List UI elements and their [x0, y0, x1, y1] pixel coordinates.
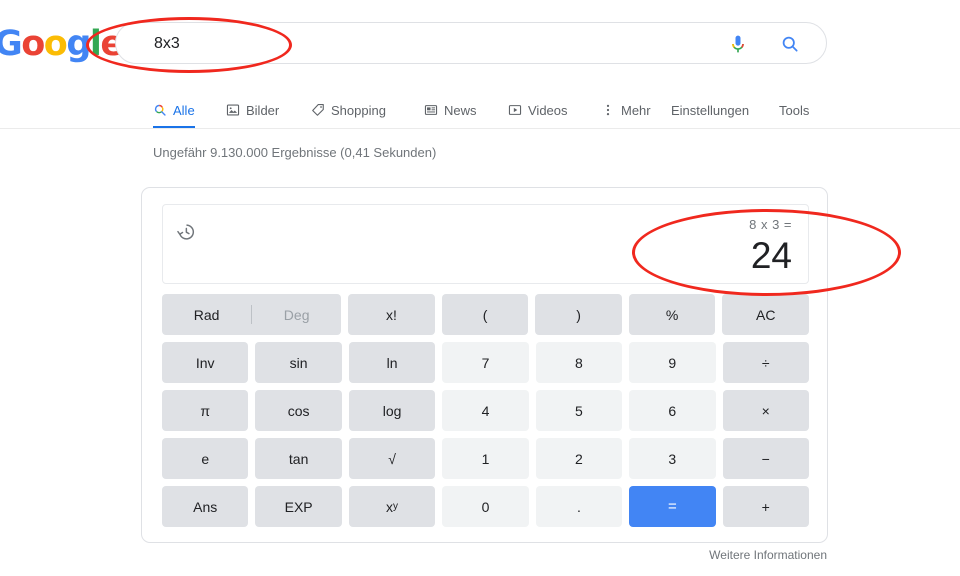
tab-alle[interactable]: Alle	[153, 92, 195, 129]
search-input[interactable]	[154, 23, 754, 65]
pi-key[interactable]: π	[162, 390, 249, 431]
cos-key[interactable]: cos	[255, 390, 342, 431]
tab-label: News	[444, 102, 477, 118]
tabs-divider	[0, 128, 960, 129]
tab-tools[interactable]: Tools	[779, 92, 809, 128]
more-information-link[interactable]: Weitere Informationen	[709, 548, 827, 562]
digit-0-key[interactable]: 0	[442, 486, 529, 527]
image-icon	[226, 103, 240, 117]
more-vertical-icon	[601, 103, 615, 117]
keypad-row: π cos log 4 5 6 ×	[162, 390, 809, 431]
logo-letter-g2: g	[66, 24, 91, 64]
search-box[interactable]	[115, 22, 827, 65]
digit-7-key[interactable]: 7	[442, 342, 529, 383]
google-logo[interactable]: Google	[0, 24, 124, 64]
inverse-key[interactable]: Inv	[162, 342, 249, 383]
euler-key[interactable]: e	[162, 438, 249, 479]
tab-label: Bilder	[246, 102, 280, 118]
ln-key[interactable]: ln	[348, 342, 436, 383]
digit-5-key[interactable]: 5	[535, 390, 623, 431]
tab-videos[interactable]: Videos	[508, 92, 568, 128]
calculator-display: 8 x 3 = 24	[162, 204, 809, 284]
tab-news[interactable]: News	[424, 92, 477, 128]
all-clear-key[interactable]: AC	[722, 294, 809, 335]
tab-bilder[interactable]: Bilder	[226, 92, 279, 128]
tab-label: Tools	[779, 102, 810, 118]
keypad-row: Ans EXP xy 0 . = +	[162, 486, 809, 527]
calculator-result: 24	[750, 235, 792, 276]
result-count-text: Ungefähr 9.130.000 Ergebnisse (0,41 Seku…	[153, 145, 437, 160]
decimal-point-key[interactable]: .	[535, 486, 623, 527]
keypad-row: Inv sin ln 7 8 9 ÷	[162, 342, 809, 383]
logo-letter-l: l	[89, 24, 102, 64]
logo-letter-o1: o	[21, 24, 45, 64]
divide-key[interactable]: ÷	[722, 342, 809, 383]
digit-8-key[interactable]: 8	[535, 342, 623, 383]
rad-label[interactable]: Rad	[162, 307, 251, 323]
tab-label: Alle	[173, 102, 195, 118]
open-paren-key[interactable]: (	[441, 294, 529, 335]
calculator-card: 8 x 3 = 24 Rad Deg x! ( ) % AC Inv sin l…	[141, 187, 828, 543]
search-submit-icon[interactable]	[780, 34, 800, 54]
tab-shopping[interactable]: Shopping	[311, 92, 386, 128]
percent-key[interactable]: %	[628, 294, 716, 335]
digit-3-key[interactable]: 3	[629, 438, 716, 479]
plus-key[interactable]: +	[722, 486, 809, 527]
history-clock-icon[interactable]	[175, 221, 197, 243]
digit-1-key[interactable]: 1	[442, 438, 529, 479]
tab-label: Mehr	[621, 102, 651, 118]
digit-4-key[interactable]: 4	[442, 390, 529, 431]
tab-label: Einstellungen	[671, 102, 750, 118]
exponent-key[interactable]: EXP	[255, 486, 342, 527]
deg-label[interactable]: Deg	[252, 307, 341, 323]
video-icon	[508, 103, 522, 117]
search-icon	[153, 103, 167, 117]
power-exponent: y	[393, 500, 399, 512]
digit-9-key[interactable]: 9	[629, 342, 716, 383]
equals-key[interactable]: =	[629, 486, 716, 527]
tab-mehr[interactable]: Mehr	[601, 92, 651, 128]
search-tabs: Alle Bilder Shopping News Videos Mehr Ei…	[0, 92, 960, 129]
close-paren-key[interactable]: )	[535, 294, 622, 335]
keypad-row: e tan √ 1 2 3 −	[162, 438, 809, 479]
tag-icon	[311, 103, 325, 117]
microphone-icon[interactable]	[728, 34, 748, 54]
keypad-row: Rad Deg x! ( ) % AC	[162, 294, 809, 335]
sin-key[interactable]: sin	[255, 342, 342, 383]
tab-einstellungen[interactable]: Einstellungen	[671, 92, 749, 128]
tan-key[interactable]: tan	[255, 438, 342, 479]
digit-2-key[interactable]: 2	[535, 438, 623, 479]
multiply-key[interactable]: ×	[722, 390, 809, 431]
sqrt-key[interactable]: √	[348, 438, 436, 479]
logo-letter-o2: o	[43, 24, 68, 64]
tab-label: Videos	[528, 102, 568, 118]
tab-label: Shopping	[331, 102, 386, 118]
power-key[interactable]: xy	[348, 486, 436, 527]
answer-key[interactable]: Ans	[162, 486, 249, 527]
power-base: x	[386, 498, 394, 515]
log-key[interactable]: log	[348, 390, 436, 431]
news-icon	[424, 103, 438, 117]
rad-deg-toggle[interactable]: Rad Deg	[162, 294, 342, 335]
minus-key[interactable]: −	[722, 438, 809, 479]
calculator-expression: 8 x 3 =	[749, 217, 792, 232]
logo-letter-g1: G	[0, 24, 23, 64]
factorial-key[interactable]: x!	[348, 294, 435, 335]
calculator-keypad: Rad Deg x! ( ) % AC Inv sin ln 7 8 9 ÷ π…	[162, 294, 809, 534]
digit-6-key[interactable]: 6	[629, 390, 716, 431]
